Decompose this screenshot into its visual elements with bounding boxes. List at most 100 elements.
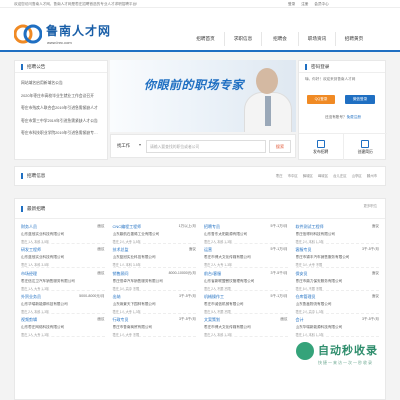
post-job-button[interactable]: 发布招聘 [299,134,344,160]
job-card[interactable]: 出纳 3千-5千/月 山东焕景天下园林有限公司 枣庄 1人 大专 1-3年 [112,291,197,315]
job-card[interactable]: 销售顾问 8000-10000元/月 枣庄恒卓汽车销售服务有限公司 枣庄 3人 高中 … [112,268,197,291]
job-title[interactable]: 销售顾问 [113,271,129,277]
job-title[interactable]: 行政专员 [113,317,129,323]
job-company[interactable]: 山东鲁鑫物流有限公司 [296,302,380,307]
job-company[interactable]: 山东蓝冠实业科技有限公司 [113,255,197,260]
chevron-down-icon[interactable]: ▾ [139,142,141,147]
job-card[interactable]: 财务人员 面议 山东蓝冠实业科技有限公司 枣庄 1人 本科 3-5年 [21,221,105,245]
create-resume-button[interactable]: 创建简历 [344,134,388,160]
notice-item[interactable]: 网站域名启用新域名公告 [21,77,101,90]
search-input[interactable]: 请输入要查找的职位或者公司 [146,140,266,153]
job-company[interactable]: 山东鲁东太阳能源有限公司 [204,232,288,237]
job-company[interactable]: 山东华瑞新能源科技有限公司 [21,302,105,307]
job-card[interactable]: 视频剪辑 面议 山东枣庄网络科技有限公司 枣庄 1人 大专 1-3年 [21,314,105,338]
register-link[interactable]: 注册 [301,2,308,7]
job-card[interactable]: 运营 5千-1万/月 枣庄市博大文化传媒有限公司 枣庄 2人 大专 1-3年 [204,244,288,268]
nav-company-directory[interactable]: 招聘黄页 [335,32,372,46]
job-company[interactable]: 山东焕景天下园林有限公司 [113,302,197,307]
hero-banner[interactable]: 你眼前的职场专家 [110,60,296,132]
job-card[interactable]: 会计 3千-5千/月 山东华瑞新能源科技有限公司 枣庄 1人 本科 1-3年 [295,314,380,338]
member-center-link[interactable]: 会员中心 [314,2,328,7]
job-card[interactable]: 研发工程师 面议 山东蓝冠实业科技有限公司 枣庄 1人 本科 3-5年 [21,244,105,268]
job-title[interactable]: 客服专员 [296,247,312,253]
job-card-top: 保安员 面议 [296,271,380,277]
nav-job-fair[interactable]: 招聘会 [261,32,298,46]
nav-career-news[interactable]: 职场资讯 [298,32,335,46]
job-company[interactable]: 枣庄市鼎力保安服务有限公司 [296,279,380,284]
job-title[interactable]: 运营 [204,247,212,253]
notice-item[interactable]: 2020年枣庄市高校毕业生就业工作会议召开 [21,90,101,103]
city-link[interactable]: 滕州市 [367,173,377,178]
wechat-login-button[interactable]: 微信登录 [345,95,375,104]
job-salary: 5000-8000元/月 [79,293,105,298]
job-meta: 枣庄 1人 大专 不限 [112,333,140,338]
city-link[interactable]: 峄城区 [318,173,328,178]
job-card[interactable]: 前台/客服 3千-5千/月 山东省新联盟餐饮管理有限公司 枣庄 2人 不限 不限 [204,268,288,291]
job-title[interactable]: 出纳 [113,294,121,300]
job-title[interactable]: 财务人员 [21,224,37,230]
job-company[interactable]: 山东蓝冠实业科技有限公司 [21,255,105,260]
job-company[interactable]: 枣庄市诚信机械有限公司 [204,302,288,307]
notice-item[interactable]: 枣庄市第三中学2019年引进急需紧缺人才公告 [21,115,101,128]
job-card[interactable]: 技术总监 面议 山东蓝冠实业科技有限公司 枣庄 1人 本科 3-5年 [112,244,197,268]
nav-job-seekers[interactable]: 求职信息 [224,32,261,46]
notice-item[interactable]: 枣庄市科技职业学院2019年引进急需紧缺专业技术人才 [21,127,101,140]
job-company[interactable]: 山东鼎航石墨烯工业有限公司 [113,232,197,237]
city-link[interactable]: 市中区 [288,173,298,178]
job-company[interactable]: 枣庄市鲁南商贸有限公司 [113,325,197,330]
job-title[interactable]: 会计 [296,317,304,323]
job-title[interactable]: CNC编程工程师 [113,224,142,230]
job-title[interactable]: 技术总监 [113,247,129,253]
job-company[interactable]: 山东蓝冠实业科技有限公司 [21,232,105,237]
job-card[interactable]: 招聘专员 5千-1万/月 山东鲁东太阳能源有限公司 枣庄 2人 本科 1-3年 [204,221,288,245]
job-meta: 枣庄 5人 不限 不限 [295,286,323,291]
city-link[interactable]: 台儿庄区 [333,173,347,178]
job-title[interactable]: 外贸业务员 [21,294,41,300]
job-company[interactable]: 枣庄恒卓汽车销售服务有限公司 [113,279,197,284]
city-link[interactable]: 山亭区 [352,173,362,178]
job-title[interactable]: 招聘专员 [204,224,220,230]
job-title[interactable]: 机械操作工 [204,294,224,300]
job-card[interactable]: 客服专员 3千-5千/月 枣庄市锦丰汽车销售服务有限公司 枣庄 3人 大专 不限 [295,244,380,268]
site-title[interactable]: 鲁南人才网 [46,22,111,39]
job-card[interactable]: 市场经理 面议 枣庄信达卫汽车销售服务有限公司 枣庄 1人 大专 1-3年 [21,268,105,291]
job-card[interactable]: 机械操作工 5千-1万/月 枣庄市诚信机械有限公司 枣庄 5人 不限 不限 [204,291,288,315]
job-title[interactable]: 视频剪辑 [21,317,37,323]
job-title[interactable]: 研发工程师 [21,247,41,253]
city-link[interactable]: 薛城区 [303,173,313,178]
job-title[interactable]: 文案策划 [204,317,220,323]
more-jobs-link[interactable]: 更多职位 [363,203,377,208]
search-button[interactable]: 搜索 [269,140,291,153]
login-link[interactable]: 登录 [288,2,295,7]
job-title[interactable]: 仓库管理员 [296,294,316,300]
job-title[interactable]: 前台/客服 [204,271,221,277]
job-card[interactable]: 仓库管理员 面议 山东鲁鑫物流有限公司 枣庄 2人 高中 1-3年 [295,291,380,315]
job-company[interactable]: 山东枣庄网络科技有限公司 [21,325,105,330]
notice-item[interactable]: 枣庄市残疾人联合会2019年引进急需紧缺人才 [21,102,101,115]
job-card[interactable]: 保安员 面议枣庄市鼎力保安服务有限公司 枣庄 5人 不限 不限 [295,268,380,291]
job-company[interactable]: 枣庄市锦丰汽车销售服务有限公司 [296,255,380,260]
job-company[interactable]: 枣庄市博大文化传媒有限公司 [204,325,288,330]
nav-home[interactable]: 招聘首页 [187,32,224,46]
job-card[interactable]: 软件测试工程师 面议 枣庄信得利科技有限公司 枣庄 2人 本科 1-3年 [295,221,380,245]
job-card[interactable]: 外贸业务员 5000-8000元/月 山东华瑞新能源科技有限公司 枣庄 2人 本科 1… [21,291,105,315]
site-logo-icon[interactable] [14,24,42,44]
free-register-link[interactable]: 免费注册 [347,115,361,119]
login-title[interactable]: 密码登录 [311,64,329,70]
city-link[interactable]: 枣庄 [276,173,283,178]
job-company[interactable]: 枣庄市博大文化传媒有限公司 [204,255,288,260]
job-title[interactable]: 保安员 [296,271,308,277]
job-card[interactable]: CNC编程工程师 1万以上/月 山东鼎航石墨烯工业有限公司 枣庄 2人 大专 3-5年 [112,221,197,245]
qq-login-button[interactable]: QQ登录 [307,95,335,104]
job-meta: 枣庄 2人 本科 1-3年 [204,240,233,244]
job-company[interactable]: 枣庄信达卫汽车销售服务有限公司 [21,279,105,284]
search-category-select[interactable]: 找工作 [117,143,130,149]
job-card-top: 外贸业务员 5000-8000元/月 [21,294,105,300]
job-company[interactable]: 山东华瑞新能源科技有限公司 [296,325,380,330]
job-card[interactable]: 行政专员 3千-5千/月 枣庄市鲁南商贸有限公司 枣庄 1人 大专 不限 [112,314,197,338]
job-title[interactable]: 软件测试工程师 [296,224,324,230]
job-company[interactable]: 枣庄信得利科技有限公司 [296,232,380,237]
job-title[interactable]: 市场经理 [21,271,37,277]
job-card[interactable]: 文案策划 面议 枣庄市博大文化传媒有限公司 枣庄 2人 本科 1-3年 [204,314,288,338]
job-company[interactable]: 山东省新联盟餐饮管理有限公司 [204,279,288,284]
